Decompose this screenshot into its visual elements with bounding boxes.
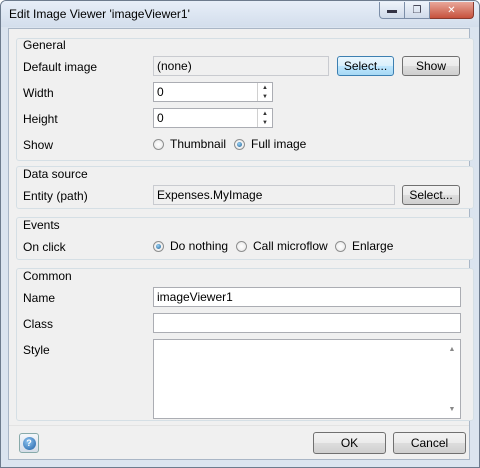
common-group-title: Common (23, 269, 72, 283)
height-value: 0 (157, 111, 164, 125)
dialog-body: General Default image (none) Select... S… (8, 28, 474, 460)
radio-enlarge[interactable]: Enlarge (335, 239, 393, 253)
entity-path-label: Entity (path) (23, 189, 88, 203)
radio-full-image-label: Full image (251, 137, 307, 151)
name-input[interactable]: imageViewer1 (153, 287, 461, 307)
general-group-title: General (23, 38, 66, 52)
height-input[interactable]: 0 ▲ ▼ (153, 108, 273, 128)
window-title: Edit Image Viewer 'imageViewer1' (9, 7, 190, 21)
default-image-label: Default image (23, 60, 98, 74)
close-button[interactable]: ✕ (430, 2, 474, 19)
spin-down-icon[interactable]: ▼ (258, 92, 272, 101)
radio-enlarge-label: Enlarge (352, 239, 394, 253)
entity-select-button[interactable]: Select... (402, 185, 460, 205)
close-icon: ✕ (447, 4, 456, 16)
entity-path-field: Expenses.MyImage (153, 185, 395, 205)
scroll-up-icon[interactable]: ▲ (444, 342, 460, 356)
style-scrollbar[interactable]: ▲ ▼ (444, 340, 460, 418)
data-source-group-title: Data source (23, 167, 88, 181)
footer-divider (9, 425, 469, 426)
on-click-label: On click (23, 240, 66, 254)
default-image-select-button[interactable]: Select... (337, 56, 394, 76)
radio-button-icon[interactable] (236, 240, 247, 252)
scroll-down-icon[interactable]: ▼ (444, 402, 460, 416)
radio-full-image[interactable]: Full image (234, 137, 306, 151)
radio-thumbnail[interactable]: Thumbnail (153, 137, 226, 151)
width-label: Width (23, 86, 54, 100)
name-label: Name (23, 291, 56, 305)
maximize-icon: ❐ (412, 4, 422, 16)
style-textarea[interactable]: ▲ ▼ (153, 339, 461, 419)
class-label: Class (23, 317, 54, 331)
default-image-field: (none) (153, 56, 329, 76)
height-label: Height (23, 112, 58, 126)
radio-button-selected-icon[interactable] (234, 138, 245, 150)
cancel-button[interactable]: Cancel (393, 432, 466, 454)
width-value: 0 (157, 85, 164, 99)
radio-do-nothing[interactable]: Do nothing (153, 239, 228, 253)
spin-down-icon[interactable]: ▼ (258, 118, 272, 127)
events-group-title: Events (23, 218, 60, 232)
window-controls: ▬ ❐ ✕ (379, 2, 474, 20)
radio-button-icon[interactable] (335, 240, 346, 252)
radio-call-microflow[interactable]: Call microflow (236, 239, 328, 253)
radio-thumbnail-label: Thumbnail (170, 137, 227, 151)
show-mode-label: Show (23, 138, 54, 152)
title-bar[interactable]: Edit Image Viewer 'imageViewer1' ▬ ❐ ✕ (1, 1, 479, 27)
radio-button-selected-icon[interactable] (153, 240, 164, 252)
radio-button-icon[interactable] (153, 138, 164, 150)
height-spinner[interactable]: ▲ ▼ (257, 109, 272, 127)
width-spinner[interactable]: ▲ ▼ (257, 83, 272, 101)
default-image-show-button[interactable]: Show (402, 56, 460, 76)
radio-do-nothing-label: Do nothing (170, 239, 229, 253)
ok-button[interactable]: OK (313, 432, 386, 454)
class-input[interactable] (153, 313, 461, 333)
help-button[interactable]: ? (19, 433, 39, 453)
help-icon: ? (22, 436, 36, 450)
width-input[interactable]: 0 ▲ ▼ (153, 82, 273, 102)
radio-call-microflow-label: Call microflow (253, 239, 328, 253)
maximize-button[interactable]: ❐ (405, 2, 430, 19)
minimize-icon: ▬ (387, 4, 397, 16)
dialog-window: Edit Image Viewer 'imageViewer1' ▬ ❐ ✕ G… (0, 0, 480, 468)
style-label: Style (23, 343, 50, 357)
minimize-button[interactable]: ▬ (379, 2, 405, 19)
